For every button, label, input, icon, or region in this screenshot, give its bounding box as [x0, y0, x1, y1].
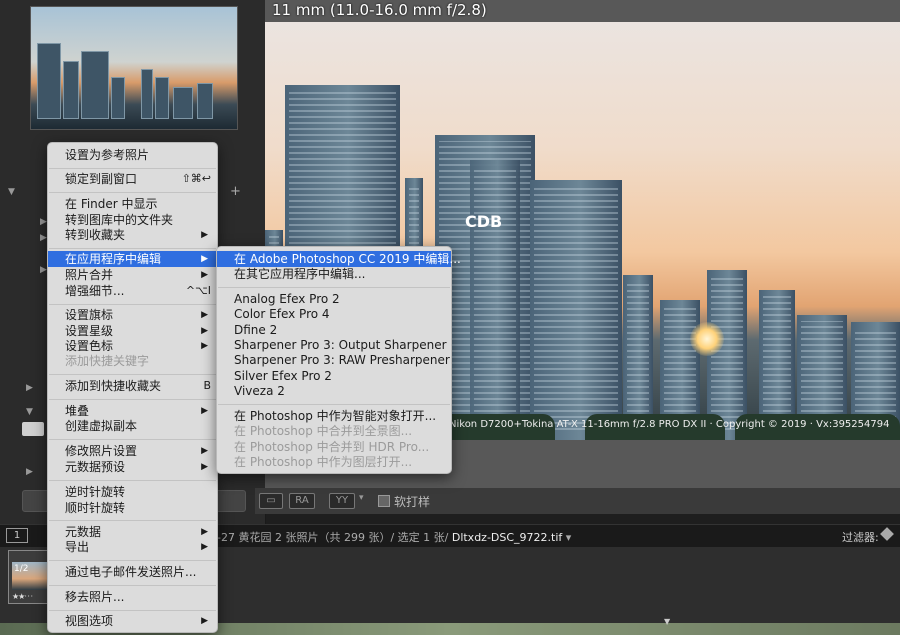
exif-overlay: Nikon D7200+Tokina AT-X 11-16mm f/2.8 PR… — [449, 419, 890, 430]
submenu-item-color-efex[interactable]: Color Efex Pro 4 — [217, 306, 451, 322]
chevron-down-icon[interactable]: ▾ — [359, 493, 364, 503]
menu-item-set-rating[interactable]: 设置星级 ▶ — [48, 323, 217, 339]
submenu-item-other-app[interactable]: 在其它应用程序中编辑... — [217, 266, 451, 282]
menu-item-show-in-finder[interactable]: 在 Finder 中显示 — [48, 196, 217, 212]
develop-toolbar: ▭ RA YY ▾ 软打样 — [255, 488, 900, 514]
submenu-item-analog-efex[interactable]: Analog Efex Pro 2 — [217, 291, 451, 307]
source-path-text: -27 黄花园 2 张照片（共 299 张）/ 选定 1 张/ — [217, 531, 452, 544]
filmstrip-toggle-icon[interactable]: ▼ — [664, 617, 670, 626]
submenu-item-dfine[interactable]: Dfine 2 — [217, 322, 451, 338]
before-after-lr-button[interactable]: RA — [289, 493, 315, 509]
navigator-preview[interactable] — [30, 6, 238, 130]
thumbnail-rating: ★★· · · — [12, 592, 33, 601]
collapse-triangle-icon[interactable]: ▼ — [8, 187, 15, 197]
before-after-tb-button[interactable]: YY — [329, 493, 355, 509]
stack-count-badge: 1/2 — [14, 564, 29, 574]
menu-item-create-virtual-copy[interactable]: 创建虚拟副本 — [48, 418, 217, 434]
menu-item-set-color-label[interactable]: 设置色标 ▶ — [48, 338, 217, 354]
submenu-item-sharpener-output[interactable]: Sharpener Pro 3: Output Sharpener — [217, 337, 451, 353]
menu-item-develop-settings[interactable]: 修改照片设置 ▶ — [48, 443, 217, 459]
softproof-checkbox[interactable] — [378, 495, 390, 507]
filmstrip-source-path[interactable]: -27 黄花园 2 张照片（共 299 张）/ 选定 1 张/ Dltxdz-D… — [217, 529, 571, 545]
menu-item-email-photo[interactable]: 通过电子邮件发送照片... — [48, 564, 217, 580]
history-collapse-icon[interactable]: ▼ — [26, 404, 46, 418]
menu-item-enhance-details[interactable]: 增强细节... ^⌥I — [48, 283, 217, 299]
menu-item-set-reference[interactable]: 设置为参考照片 — [48, 147, 217, 163]
edit-in-submenu: 在 Adobe Photoshop CC 2019 中编辑... 在其它应用程序… — [216, 246, 461, 474]
submenu-item-merge-panorama: 在 Photoshop 中合并到全景图... — [234, 424, 413, 438]
filter-label: 过滤器: — [842, 531, 879, 544]
chevron-down-icon[interactable]: ▾ — [566, 531, 572, 544]
screen-1-button[interactable]: 1 — [6, 528, 28, 543]
menu-item-edit-in[interactable]: 在应用程序中编辑 ▶ — [48, 251, 217, 267]
menu-item-stacking[interactable]: 堆叠 ▶ — [48, 403, 217, 419]
submenu-item-merge-hdr: 在 Photoshop 中合并到 HDR Pro... — [234, 440, 430, 454]
building-sign: CDB — [465, 212, 503, 231]
sun — [690, 322, 724, 356]
info-overlay: 11 mm (11.0-16.0 mm f/2.8) — [272, 1, 487, 19]
add-preset-button[interactable]: + — [230, 184, 241, 199]
filter-icon[interactable] — [880, 527, 894, 541]
menu-item-metadata[interactable]: 元数据 ▶ — [48, 524, 217, 540]
menu-item-add-to-quick-collection[interactable]: 添加到快捷收藏夹 B — [48, 378, 217, 394]
menu-item-metadata-presets[interactable]: 元数据预设 ▶ — [48, 459, 217, 475]
photo-context-menu: 设置为参考照片 锁定到副窗口 ⇧⌘↩ 在 Finder 中显示 转到图库中的文件夹… — [47, 142, 218, 633]
submenu-item-silver-efex[interactable]: Silver Efex Pro 2 — [217, 368, 451, 384]
menu-item-photo-merge[interactable]: 照片合并 ▶ — [48, 267, 217, 283]
loupe-view-button[interactable]: ▭ — [259, 493, 283, 509]
submenu-item-open-as-layers: 在 Photoshop 中作为图层打开... — [234, 455, 413, 469]
submenu-item-viveza[interactable]: Viveza 2 — [217, 383, 451, 399]
softproof-label: 软打样 — [394, 495, 431, 509]
menu-item-view-options[interactable]: 视图选项 ▶ — [48, 613, 217, 629]
menu-item-lock-secondary[interactable]: 锁定到副窗口 ⇧⌘↩ — [48, 171, 217, 187]
submenu-item-photoshop-cc[interactable]: 在 Adobe Photoshop CC 2019 中编辑... — [217, 251, 461, 267]
submenu-item-smart-object[interactable]: 在 Photoshop 中作为智能对象打开... — [217, 408, 451, 424]
snapshots-expand-icon[interactable]: ▶ — [26, 380, 46, 394]
menu-item-rotate-right[interactable]: 顺时针旋转 — [48, 500, 217, 516]
collections-expand-icon[interactable]: ▶ — [26, 464, 46, 478]
menu-item-go-to-collection[interactable]: 转到收藏夹 ▶ — [48, 227, 217, 243]
menu-item-add-shortcut-keyword: 添加快捷关键字 — [65, 354, 150, 368]
menu-item-set-flag[interactable]: 设置旗标 ▶ — [48, 307, 217, 323]
history-selected-row[interactable] — [22, 422, 44, 436]
menu-item-export[interactable]: 导出 ▶ — [48, 539, 217, 555]
menu-item-go-to-folder[interactable]: 转到图库中的文件夹 — [48, 212, 217, 228]
submenu-item-sharpener-raw[interactable]: Sharpener Pro 3: RAW Presharpener — [217, 352, 451, 368]
menu-item-rotate-left[interactable]: 逆时针旋转 — [48, 484, 217, 500]
current-file-name: Dltxdz-DSC_9722.tif — [451, 531, 563, 544]
menu-item-remove-photo[interactable]: 移去照片... — [48, 589, 217, 605]
